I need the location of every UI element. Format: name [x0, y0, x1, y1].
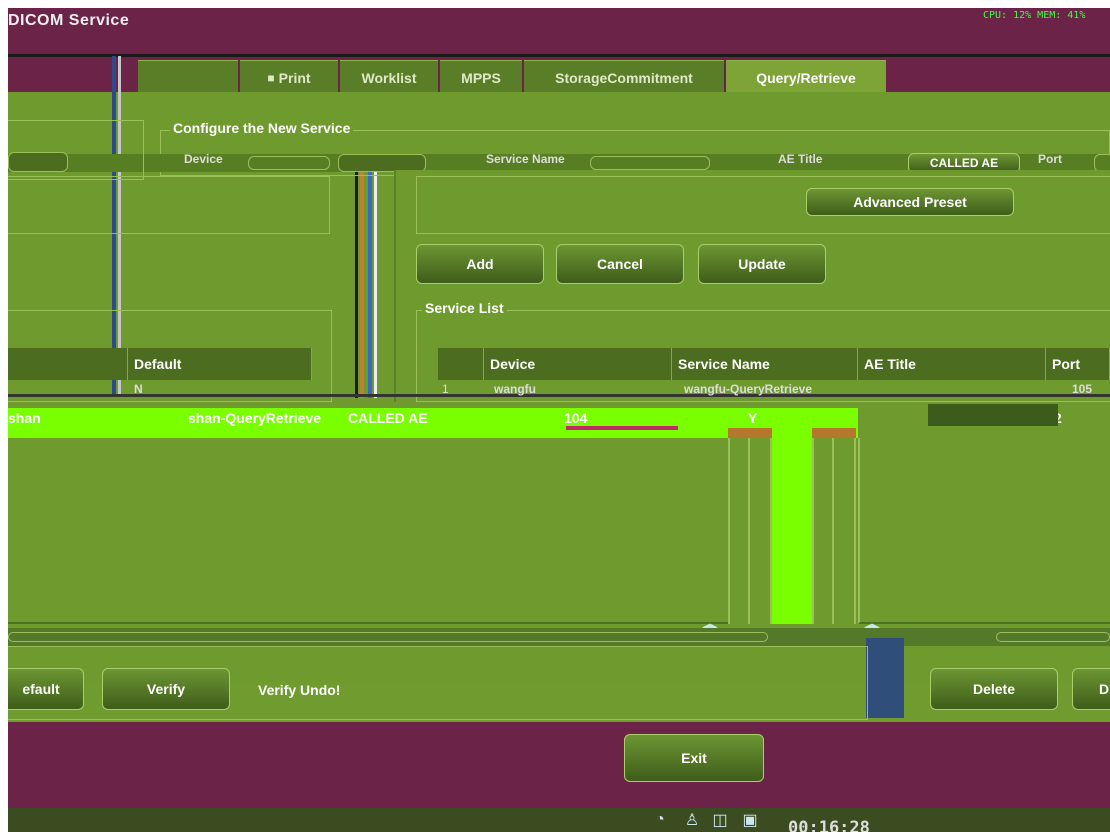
port-label: Port [1038, 152, 1062, 166]
set-default-button[interactable]: efault [8, 668, 84, 710]
clock: 00:16:28 [788, 818, 870, 832]
scrollbar-track[interactable] [750, 428, 772, 624]
tab-label: MPPS [461, 69, 501, 86]
port-column-label: Port [1052, 356, 1080, 372]
title-bar: DICOM Service CPU: 12% MEM: 41% [8, 8, 1110, 36]
monitor-icon[interactable]: ▣ [736, 810, 764, 830]
ae-title-column-header: AE Title [858, 348, 1046, 380]
divider [368, 158, 372, 398]
row-port: 104 [564, 410, 588, 426]
divider [374, 158, 377, 398]
table-row[interactable]: 1 wangfu wangfu-QueryRetrieve 105 [8, 382, 1110, 400]
left-column-header [8, 348, 128, 380]
app-window: DICOM Service CPU: 12% MEM: 41% ■ Print … [8, 8, 1110, 832]
footer-band [8, 722, 1110, 812]
scrollbar-thumb[interactable] [772, 428, 812, 624]
user-icon[interactable]: ♙ [680, 810, 704, 830]
row-index: 1 [442, 382, 449, 396]
exit-label: Exit [681, 750, 707, 766]
index-column-header [438, 348, 484, 380]
row-device: wangfu [494, 382, 536, 396]
partial-button-label: D [1099, 681, 1110, 697]
divider [8, 54, 1110, 57]
tab-blank[interactable] [138, 60, 238, 94]
scrollbar-track[interactable] [812, 428, 834, 624]
ae-title-column-label: AE Title [864, 356, 916, 372]
device-column-label: Device [490, 356, 536, 372]
service-list-title: Service List [422, 300, 507, 316]
service-name-label: Service Name [486, 152, 565, 166]
tab-label: Worklist [361, 69, 417, 86]
delete-label: Delete [972, 681, 1016, 697]
trash-icon[interactable]: ◫ [708, 810, 732, 830]
configure-group-title: Configure the New Service [170, 120, 354, 136]
service-name-input[interactable] [590, 156, 710, 170]
default-column-header: Default [128, 348, 312, 380]
header-band [8, 36, 1110, 62]
row-service-name: shan-QueryRetrieve [188, 410, 322, 426]
tab-label: Query/Retrieve [756, 69, 856, 86]
cancel-button[interactable]: Cancel [556, 244, 684, 284]
window-title: DICOM Service [8, 12, 130, 29]
tab-query-retrieve[interactable]: Query/Retrieve [726, 60, 886, 94]
row-device: shan [8, 410, 41, 426]
horizontal-scroll-thumb[interactable] [996, 632, 1110, 642]
partial-button[interactable]: D [1072, 668, 1110, 710]
verify-status: Verify Undo! [258, 682, 341, 698]
left-group [8, 120, 144, 180]
left-lower-pane [8, 438, 728, 624]
advanced-preset-button[interactable]: Advanced Preset [806, 188, 1014, 216]
printer-icon: ■ [267, 70, 275, 85]
horizontal-scroll-thumb[interactable] [8, 632, 768, 642]
tab-storage-commitment[interactable]: StorageCommitment [524, 60, 724, 94]
default-column-label: Default [134, 356, 182, 372]
service-name-column-header: Service Name [672, 348, 858, 380]
set-default-label: efault [22, 681, 60, 697]
scrollbar-track[interactable] [728, 428, 750, 624]
update-button[interactable]: Update [698, 244, 826, 284]
cancel-label: Cancel [597, 256, 643, 272]
system-monitor: CPU: 12% MEM: 41% [983, 10, 1086, 21]
row-ae-title: CALLED AE [348, 410, 428, 426]
verify-button[interactable]: Verify [102, 668, 230, 710]
add-button[interactable]: Add [416, 244, 544, 284]
taskbar [8, 808, 1110, 832]
scrollbar-track[interactable] [834, 428, 856, 624]
scroll-marker [728, 428, 772, 438]
tab-label: StorageCommitment [555, 69, 693, 86]
ae-title-label: AE Title [778, 152, 823, 166]
device-select[interactable] [248, 156, 330, 170]
divider [866, 638, 904, 718]
tab-mpps[interactable]: MPPS [440, 60, 522, 94]
add-label: Add [466, 256, 494, 272]
tab-label: Print [278, 69, 311, 86]
ae-title-value: CALLED AE [929, 156, 999, 170]
exit-button[interactable]: Exit [624, 734, 764, 782]
divider [355, 158, 358, 398]
row-port: 105 [1072, 382, 1093, 396]
divider [566, 426, 678, 430]
device-column-header: Device [484, 348, 672, 380]
tab-worklist[interactable]: Worklist [340, 60, 438, 94]
update-label: Update [738, 256, 786, 272]
divider [360, 158, 364, 398]
row-default: Y [748, 410, 758, 426]
divider [8, 394, 1110, 397]
tab-print[interactable]: ■ Print [240, 60, 338, 94]
row-service-name: wangfu-QueryRetrieve [684, 382, 813, 396]
advanced-preset-label: Advanced Preset [853, 194, 967, 210]
delete-button[interactable]: Delete [930, 668, 1058, 710]
pie-icon[interactable]: ◔ [648, 810, 672, 830]
right-lower-pane [858, 438, 1110, 624]
left-info-box [8, 176, 330, 234]
device-label: Device [184, 152, 223, 166]
scroll-marker [812, 428, 856, 438]
verify-label: Verify [146, 681, 186, 697]
service-name-column-label: Service Name [678, 356, 770, 372]
row-glitch [928, 404, 1058, 426]
port-column-header: Port [1046, 348, 1110, 380]
